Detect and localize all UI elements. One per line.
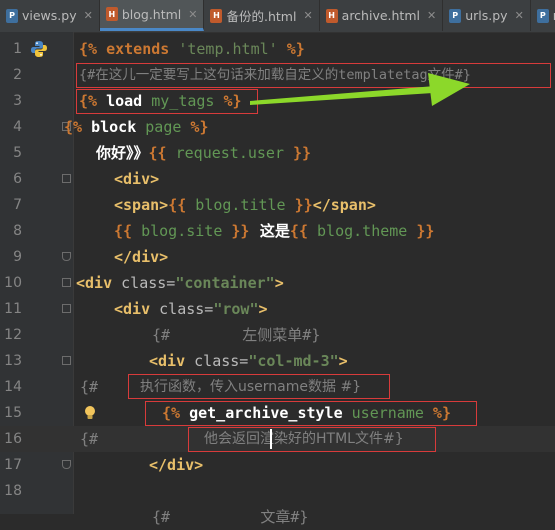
code-text: {{ blog.site }} 这是{{ blog.theme }} — [114, 222, 435, 240]
code-line-18: 18 — [0, 478, 555, 504]
fold-end-marker-icon[interactable] — [62, 460, 71, 469]
tab-views-py[interactable]: P views.py ✕ — [0, 0, 100, 31]
code-text: {% block page %} — [64, 118, 209, 136]
code-line-8: 8 {{ blog.site }} 这是{{ blog.theme }} — [0, 218, 555, 244]
code-line-13: 13 <div class="col-md-3"> — [0, 348, 555, 374]
code-line-19-partial: {# 文章#} — [0, 504, 555, 530]
line-number: 14 — [4, 379, 22, 395]
code-line-6: 6 <div> — [0, 166, 555, 192]
code-line-9: 9 </div> — [0, 244, 555, 270]
line-number: 9 — [13, 249, 22, 265]
fold-marker-icon[interactable] — [62, 278, 71, 287]
python-file-icon: P — [536, 8, 549, 23]
code-text: <span>{{ blog.title }}</span> — [114, 196, 376, 214]
code-line-5: 5 你好》》{{ request.user }} — [0, 140, 555, 166]
python-file-icon: P — [6, 8, 18, 23]
code-text: <div class="col-md-3"> — [149, 352, 348, 370]
line-number: 17 — [4, 457, 22, 473]
close-icon[interactable]: ✕ — [188, 8, 197, 21]
tab-label: urls.py — [465, 8, 508, 23]
code-line-11: 11 <div class="row"> — [0, 296, 555, 322]
code-editor[interactable]: 1 {% extends 'temp.html' %} 2 {#在这儿一定要写上… — [0, 32, 555, 526]
code-text: </div> — [114, 248, 169, 266]
tab-label: blog.html — [121, 6, 182, 22]
tab-label: views.py — [22, 8, 77, 23]
html-file-icon: H — [105, 7, 118, 21]
tab-my-tags[interactable]: P my — [531, 0, 555, 31]
code-text: {# — [80, 378, 99, 396]
fold-marker-icon[interactable] — [62, 174, 71, 183]
line-number: 13 — [4, 353, 22, 369]
line-number: 1 — [13, 41, 22, 57]
annotation-box-load-tags — [76, 89, 258, 114]
fold-marker-icon[interactable] — [62, 304, 71, 313]
line-number: 18 — [4, 483, 22, 499]
code-line-7: 7 <span>{{ blog.title }}</span> — [0, 192, 555, 218]
code-line-1: 1 {% extends 'temp.html' %} — [0, 36, 555, 62]
close-icon[interactable]: ✕ — [303, 9, 312, 22]
code-text: {# — [80, 430, 99, 448]
line-number: 2 — [13, 67, 22, 83]
close-icon[interactable]: ✕ — [84, 9, 93, 22]
tab-backup-html[interactable]: H 备份的.html ✕ — [204, 0, 320, 31]
line-number: 7 — [13, 197, 22, 213]
code-text: <div class="row"> — [114, 300, 268, 318]
line-number: 6 — [13, 171, 22, 187]
code-line-17: 17 </div> — [0, 452, 555, 478]
tab-archive-html[interactable]: H archive.html ✕ — [320, 0, 444, 31]
close-icon[interactable]: ✕ — [515, 9, 524, 22]
annotation-box-return-comment — [188, 427, 436, 452]
code-text: {# 文章#} — [152, 508, 309, 526]
tab-label: archive.html — [341, 8, 420, 23]
code-text: {% extends 'temp.html' %} — [79, 40, 305, 58]
python-logo-icon — [31, 41, 47, 57]
code-line-10: 10 <div class="container"> — [0, 270, 555, 296]
line-number: 10 — [4, 275, 22, 291]
code-text: </div> — [149, 456, 204, 474]
tab-urls-py[interactable]: P urls.py ✕ — [443, 0, 531, 31]
code-text: {# 左侧菜单#} — [152, 326, 321, 344]
line-number: 4 — [13, 119, 22, 135]
line-number: 3 — [13, 93, 22, 109]
editor-tab-bar: P views.py ✕ H blog.html ✕ H 备份的.html ✕ … — [0, 0, 555, 33]
html-file-icon: H — [210, 8, 223, 23]
line-number: 11 — [4, 301, 22, 317]
line-number: 16 — [4, 431, 22, 447]
fold-end-marker-icon[interactable] — [62, 252, 71, 261]
line-number: 8 — [13, 223, 22, 239]
lightbulb-icon[interactable] — [83, 405, 97, 421]
annotation-box-archive-tag — [145, 401, 477, 426]
fold-marker-icon[interactable] — [62, 356, 71, 365]
line-number: 12 — [4, 327, 22, 343]
html-file-icon: H — [325, 8, 338, 23]
annotation-box-comment — [76, 63, 551, 88]
tab-label: 备份的.html — [226, 9, 297, 24]
code-line-12: 12 {# 左侧菜单#} — [0, 322, 555, 348]
code-text: 你好》》{{ request.user }} — [96, 144, 312, 162]
python-file-icon: P — [449, 8, 462, 23]
line-number: 5 — [13, 145, 22, 161]
annotation-box-exec-comment — [128, 374, 390, 399]
code-line-4: 4 {% block page %} — [0, 114, 555, 140]
tab-blog-html[interactable]: H blog.html ✕ — [99, 0, 205, 31]
code-text: <div> — [114, 170, 160, 188]
line-number: 15 — [4, 405, 22, 421]
code-text: <div class="container"> — [76, 274, 284, 292]
close-icon[interactable]: ✕ — [427, 9, 436, 22]
